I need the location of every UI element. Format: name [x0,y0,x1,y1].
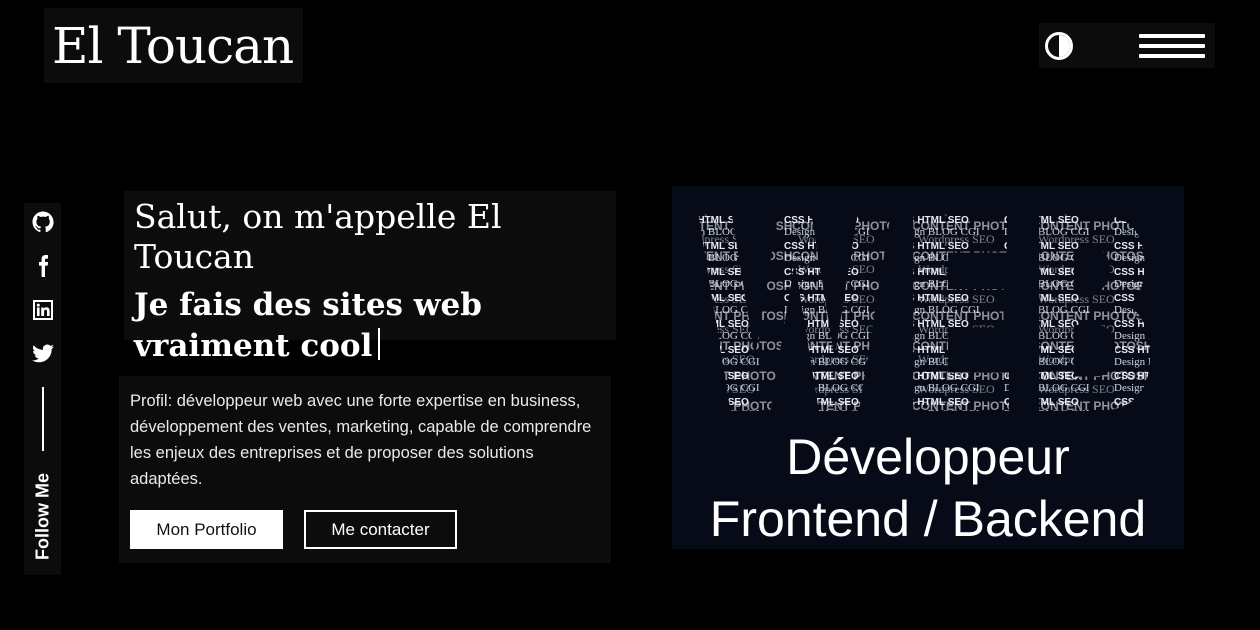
facebook-icon[interactable] [30,253,56,279]
linkedin-icon[interactable] [30,297,56,323]
banner-caption: Développeur Frontend / Backend [672,426,1184,549]
web-developer-banner: CSS HTML SEO Design BLOG CGI CONTENT PHO… [672,186,1184,549]
web-word-cloud: CSS HTML SEO Design BLOG CGI CONTENT PHO… [693,186,1163,426]
banner-line-1: Développeur [786,429,1070,485]
typing-cursor [378,328,381,360]
profile-description: Profil: développeur web avec une forte e… [130,392,592,488]
divider-line [41,387,44,451]
banner-line-2: Frontend / Backend [709,491,1147,547]
web-big-word-overlay: WEB [693,186,1163,426]
tagline-words: Je fais des sites web vraiment cool [134,287,482,364]
cta-buttons: Mon Portfolio Me contacter [130,510,601,549]
greeting-text: Salut, on m'appelle El Toucan [134,197,502,276]
social-sidebar: Follow Me [24,203,61,575]
profile-card: Profil: développeur web avec une forte e… [119,376,611,563]
contact-button[interactable]: Me contacter [304,510,457,549]
hero-heading: Salut, on m'appelle El Toucan Je fais de… [124,191,616,364]
follow-me-label: Follow Me [32,473,52,560]
hamburger-menu-icon[interactable] [1139,33,1205,58]
logo-text: El Toucan [52,16,294,75]
tagline-text: Je fais des sites web vraiment cool [134,285,604,367]
twitter-icon[interactable] [30,341,56,367]
portfolio-button[interactable]: Mon Portfolio [130,510,283,549]
github-icon[interactable] [30,209,56,235]
site-logo[interactable]: El Toucan [44,8,303,83]
contrast-icon[interactable] [1045,31,1073,60]
header-controls [1039,23,1215,68]
